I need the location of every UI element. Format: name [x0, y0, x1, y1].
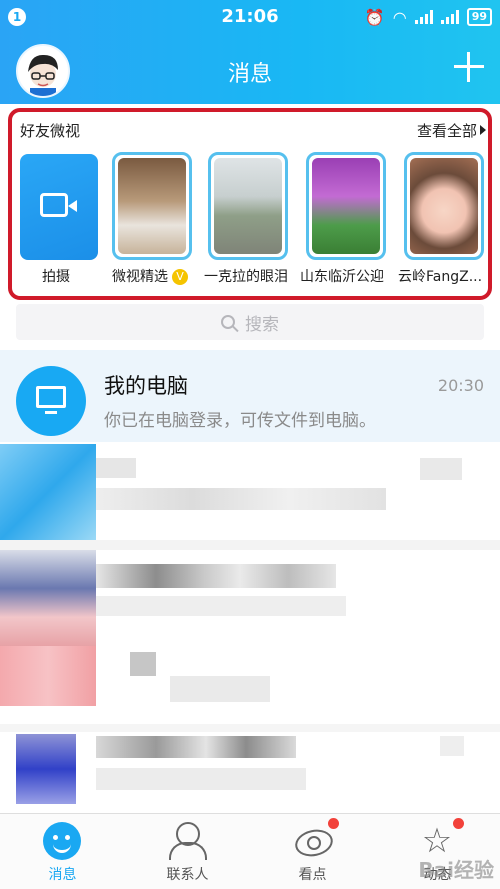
signal-icon	[414, 10, 433, 24]
weishi-title: 好友微视	[20, 122, 81, 140]
tab-messages[interactable]: 消息	[0, 814, 125, 889]
blurred-block	[420, 458, 462, 480]
blurred-avatar	[16, 734, 76, 804]
wifi-icon: ◠	[392, 7, 407, 27]
video-cover	[312, 158, 380, 254]
chevron-right-icon	[480, 125, 486, 135]
blurred-avatar	[0, 550, 96, 646]
search-bar[interactable]: 搜索	[16, 304, 484, 340]
view-all-label: 查看全部	[416, 122, 477, 140]
notification-dot	[328, 818, 339, 829]
blurred-avatar	[0, 646, 96, 706]
blurred-block	[0, 724, 500, 732]
blurred-block	[96, 736, 296, 758]
video-caption: 拍摄	[42, 269, 70, 285]
video-cover	[410, 158, 478, 254]
video-caption: 云岭FangZ...	[398, 269, 483, 285]
search-placeholder: 搜索	[245, 314, 279, 335]
shoot-button[interactable]	[20, 154, 98, 260]
status-icons: ⏰ ◠ 99	[365, 6, 492, 28]
tab-label: 看点	[298, 867, 327, 883]
header-bar: 1 21:06 ⏰ ◠ 99 消息	[0, 0, 500, 104]
blurred-block	[440, 736, 464, 756]
blurred-conversation-list	[0, 444, 500, 814]
tab-kandian[interactable]: 看点	[250, 814, 375, 889]
video-caption: 微视精选 V	[112, 266, 188, 286]
blurred-block	[96, 458, 136, 478]
view-all-link[interactable]: 查看全部	[417, 120, 486, 141]
watermark: Bai经验	[418, 858, 494, 882]
conversation-preview: 你已在电脑登录，可传文件到电脑。	[104, 411, 376, 431]
tab-contacts[interactable]: 联系人	[125, 814, 250, 889]
blurred-block	[0, 540, 500, 550]
video-cover	[118, 158, 186, 254]
blurred-block	[170, 676, 270, 702]
avatar	[16, 366, 86, 436]
video-thumbnail[interactable]	[404, 152, 484, 260]
notification-dot	[453, 818, 464, 829]
contacts-icon	[168, 822, 207, 860]
video-caption: 一克拉的眼泪	[204, 269, 288, 285]
status-bar: 1 21:06 ⏰ ◠ 99	[0, 0, 500, 34]
camera-icon	[40, 193, 77, 217]
tab-label: 消息	[48, 867, 77, 883]
video-thumbnail[interactable]	[112, 152, 192, 260]
video-carousel[interactable]	[18, 150, 488, 262]
blurred-avatar	[0, 444, 96, 540]
message-icon	[43, 822, 81, 860]
alarm-icon: ⏰	[364, 7, 385, 27]
video-caption: B	[488, 266, 492, 282]
blurred-block	[96, 768, 306, 790]
blurred-block	[96, 564, 336, 588]
video-thumbnail[interactable]	[306, 152, 386, 260]
battery-icon: 99	[466, 8, 492, 26]
conversation-name: 我的电脑	[104, 374, 188, 398]
bottom-tab-bar: 消息 联系人 看点 ☆ 动态 Bai经验	[0, 813, 500, 889]
video-cover	[214, 158, 282, 254]
blurred-block	[130, 652, 156, 676]
conversation-time: 20:30	[437, 376, 484, 395]
video-thumbnail[interactable]	[208, 152, 288, 260]
blurred-block	[96, 488, 386, 510]
video-caption-text: 微视精选	[112, 269, 168, 285]
video-captions: 拍摄 微视精选V 一克拉的眼泪 山东临沂公迎 云岭FangZ... B	[12, 266, 492, 288]
signal-icon	[440, 10, 459, 24]
search-icon	[221, 315, 235, 329]
monitor-icon	[36, 386, 66, 414]
video-caption: 山东临沂公迎	[300, 269, 384, 285]
blurred-block	[96, 596, 346, 616]
page-title: 消息	[227, 62, 272, 87]
verified-badge: V	[172, 269, 188, 285]
tab-label: 联系人	[166, 867, 209, 883]
weishi-section: 好友微视 查看全部 拍摄 微视精选 V 一克拉的眼泪 山东临沂公迎 云岭FangZ…	[8, 108, 492, 300]
conversation-my-computer[interactable]: 我的电脑 20:30 你已在电脑登录，可传文件到电脑。	[0, 350, 500, 442]
plus-icon[interactable]	[454, 52, 484, 82]
eye-icon	[293, 822, 331, 860]
